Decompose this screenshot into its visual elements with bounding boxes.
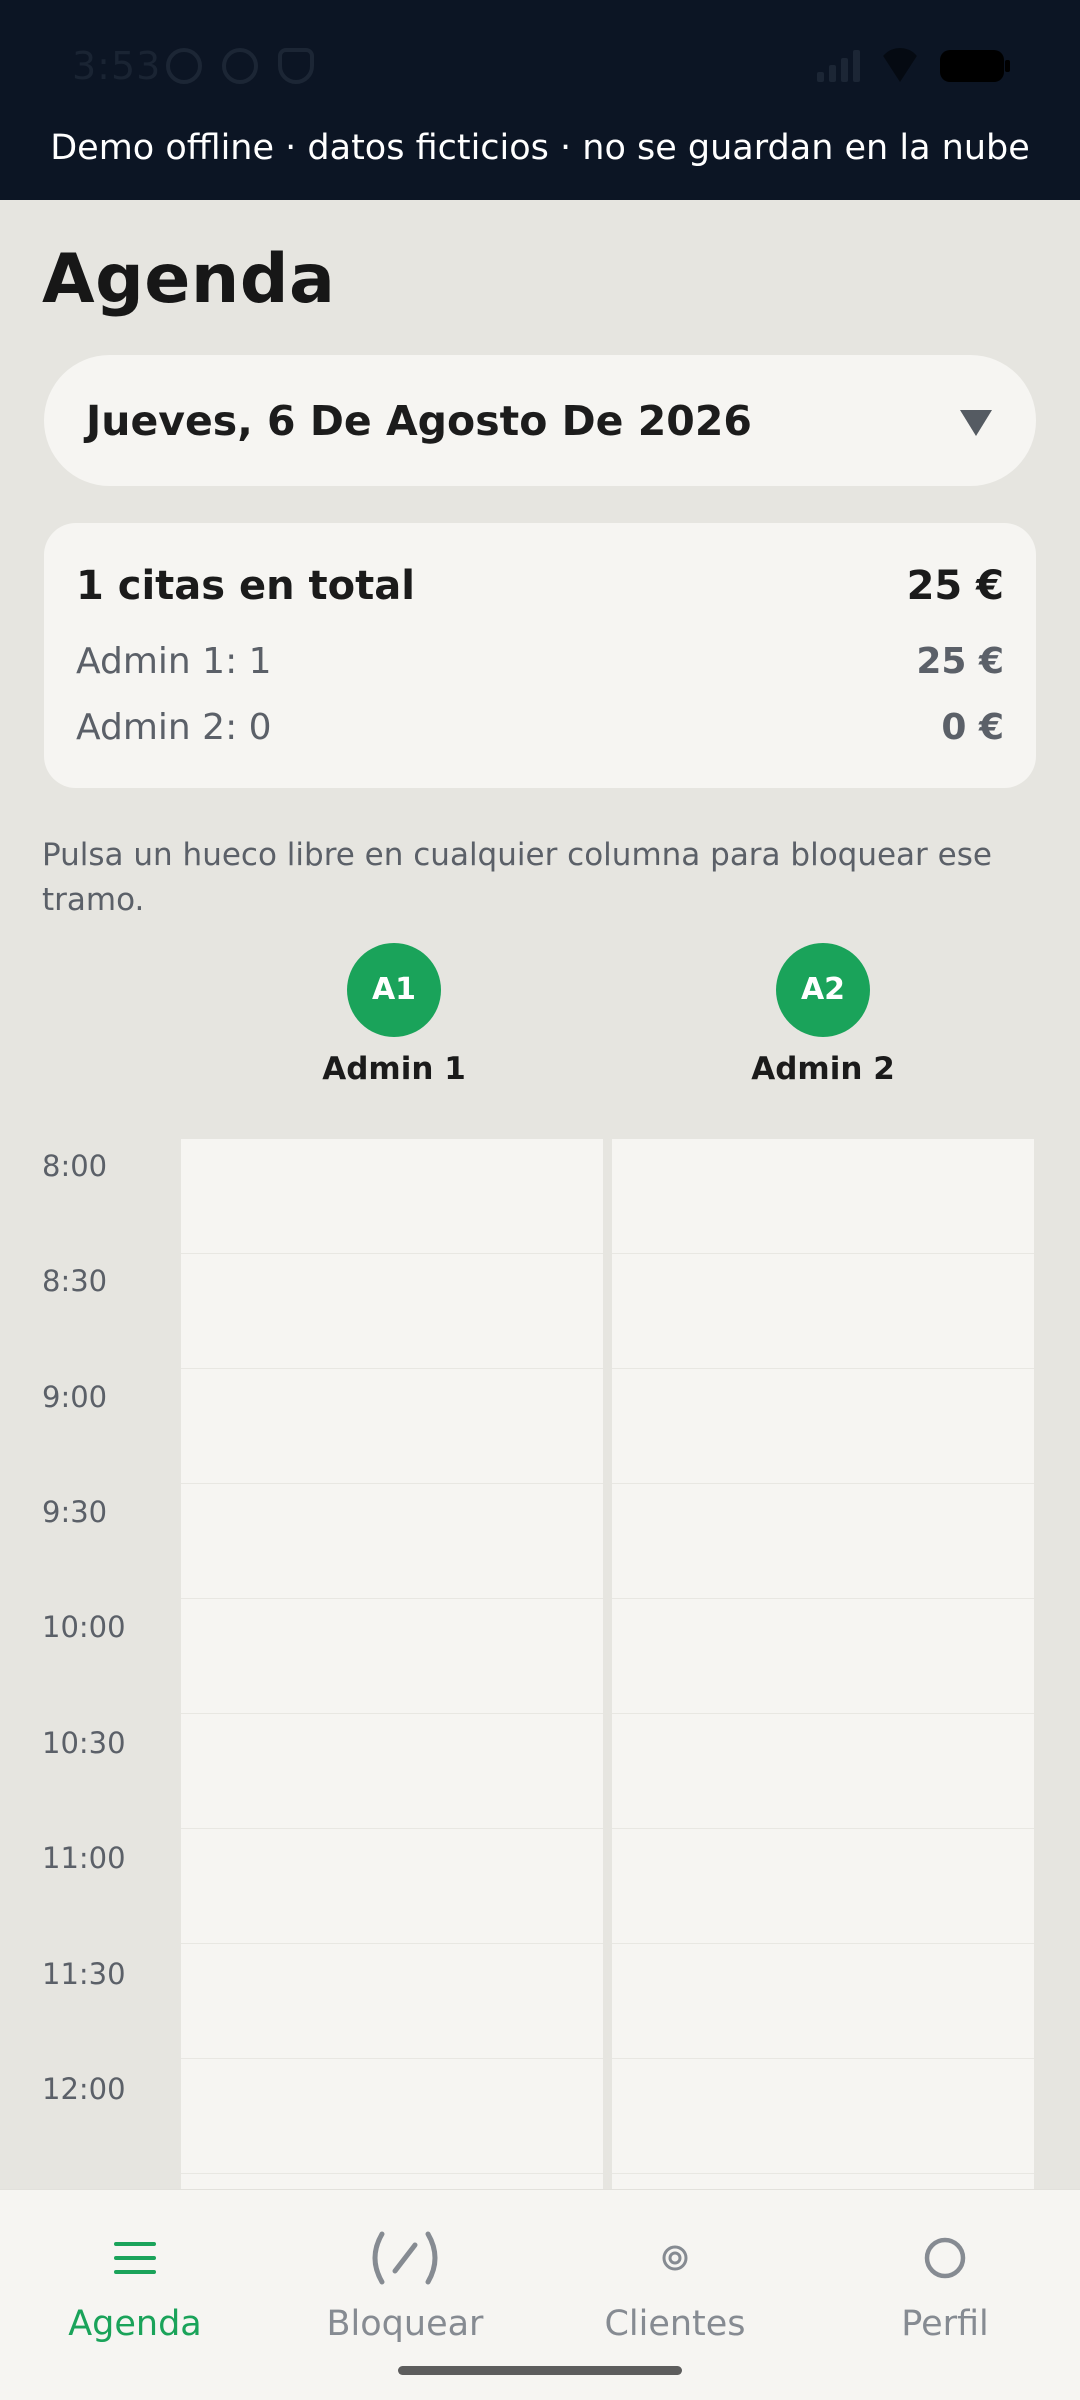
battery-icon [940, 50, 1010, 82]
time-slot[interactable] [612, 1369, 1034, 1484]
time-label: 12:00 [42, 2072, 126, 2106]
summary-admin-row: Admin 1: 1 25 € [76, 641, 1004, 682]
status-icons-right [817, 48, 1010, 82]
summary-admin-row: Admin 2: 0 0 € [76, 707, 1004, 748]
summary-card: 1 citas en total 25 € Admin 1: 1 25 € Ad… [44, 523, 1036, 788]
settings-icon [222, 48, 258, 84]
nav-item-perfil[interactable]: Perfil [810, 2190, 1080, 2380]
demo-banner: Demo offline · datos ficticios · no se g… [50, 128, 1030, 168]
time-label: 8:30 [42, 1264, 108, 1298]
schedule-column-admin-2 [612, 1139, 1034, 2189]
info-icon [166, 48, 202, 84]
time-slot[interactable] [181, 1829, 603, 1944]
date-selector[interactable]: Jueves, 6 De Agosto De 2026 [44, 355, 1036, 486]
avatar: A2 [776, 943, 870, 1037]
time-slot[interactable] [612, 1829, 1034, 1944]
profile-icon [923, 2236, 967, 2280]
time-slot[interactable] [612, 2174, 1034, 2189]
menu-icon [114, 2242, 156, 2274]
column-name: Admin 2 [751, 1051, 895, 1087]
summary-admin-amount: 0 € [941, 707, 1004, 748]
time-slot[interactable] [181, 1369, 603, 1484]
status-time: 3:53 [72, 44, 162, 88]
nav-label: Perfil [901, 2304, 989, 2344]
wifi-icon [878, 48, 922, 82]
schedule-column-admin-1 [181, 1139, 603, 2189]
block-icon [366, 2228, 444, 2288]
nav-label: Agenda [68, 2304, 202, 2344]
time-slot[interactable] [181, 1484, 603, 1599]
summary-total-row: 1 citas en total 25 € [76, 563, 1004, 609]
time-label: 10:30 [42, 1726, 126, 1760]
nav-label: Clientes [604, 2304, 746, 2344]
time-label: 9:30 [42, 1495, 108, 1529]
nav-label: Bloquear [326, 2304, 484, 2344]
signal-icon [817, 48, 860, 82]
time-slot[interactable] [612, 1139, 1034, 1254]
time-label: 8:00 [42, 1149, 108, 1183]
page-title: Agenda [42, 240, 336, 319]
time-slot[interactable] [612, 1944, 1034, 2059]
summary-admin-label: Admin 2: 0 [76, 707, 272, 748]
time-slot[interactable] [181, 1944, 603, 2059]
column-name: Admin 1 [322, 1051, 466, 1087]
status-icons-left [166, 48, 314, 84]
time-label: 11:30 [42, 1957, 126, 1991]
home-indicator [398, 2366, 682, 2375]
column-header-admin-1: A1 Admin 1 [244, 943, 544, 1087]
time-slot[interactable] [612, 1254, 1034, 1369]
shield-icon [278, 48, 314, 84]
time-slot[interactable] [181, 1599, 603, 1714]
top-bar: 3:53 Demo offline · datos ficticios · no… [0, 0, 1080, 200]
time-slot[interactable] [612, 1599, 1034, 1714]
summary-admin-label: Admin 1: 1 [76, 641, 272, 682]
hint-text: Pulsa un hueco libre en cualquier column… [42, 837, 992, 918]
time-label: 11:00 [42, 1841, 126, 1875]
time-slot[interactable] [181, 2174, 603, 2189]
column-header-admin-2: A2 Admin 2 [673, 943, 973, 1087]
summary-total-label: 1 citas en total [76, 563, 415, 609]
time-slot[interactable] [181, 1254, 603, 1369]
nav-item-bloquear[interactable]: Bloquear [270, 2190, 540, 2380]
avatar: A1 [347, 943, 441, 1037]
time-slot[interactable] [612, 2059, 1034, 2174]
nav-item-agenda[interactable]: Agenda [0, 2190, 270, 2380]
time-slot[interactable] [612, 1484, 1034, 1599]
time-label: 10:00 [42, 1610, 126, 1644]
summary-admin-amount: 25 € [916, 641, 1004, 682]
time-label: 9:00 [42, 1380, 108, 1414]
summary-total-amount: 25 € [906, 563, 1004, 609]
time-slot[interactable] [181, 1139, 603, 1254]
time-slot[interactable] [181, 2059, 603, 2174]
nav-item-clientes[interactable]: Clientes [540, 2190, 810, 2380]
chevron-down-icon [960, 410, 992, 436]
date-label: Jueves, 6 De Agosto De 2026 [86, 397, 752, 445]
time-slot[interactable] [181, 1714, 603, 1829]
clients-icon [660, 2243, 690, 2273]
time-slot[interactable] [612, 1714, 1034, 1829]
